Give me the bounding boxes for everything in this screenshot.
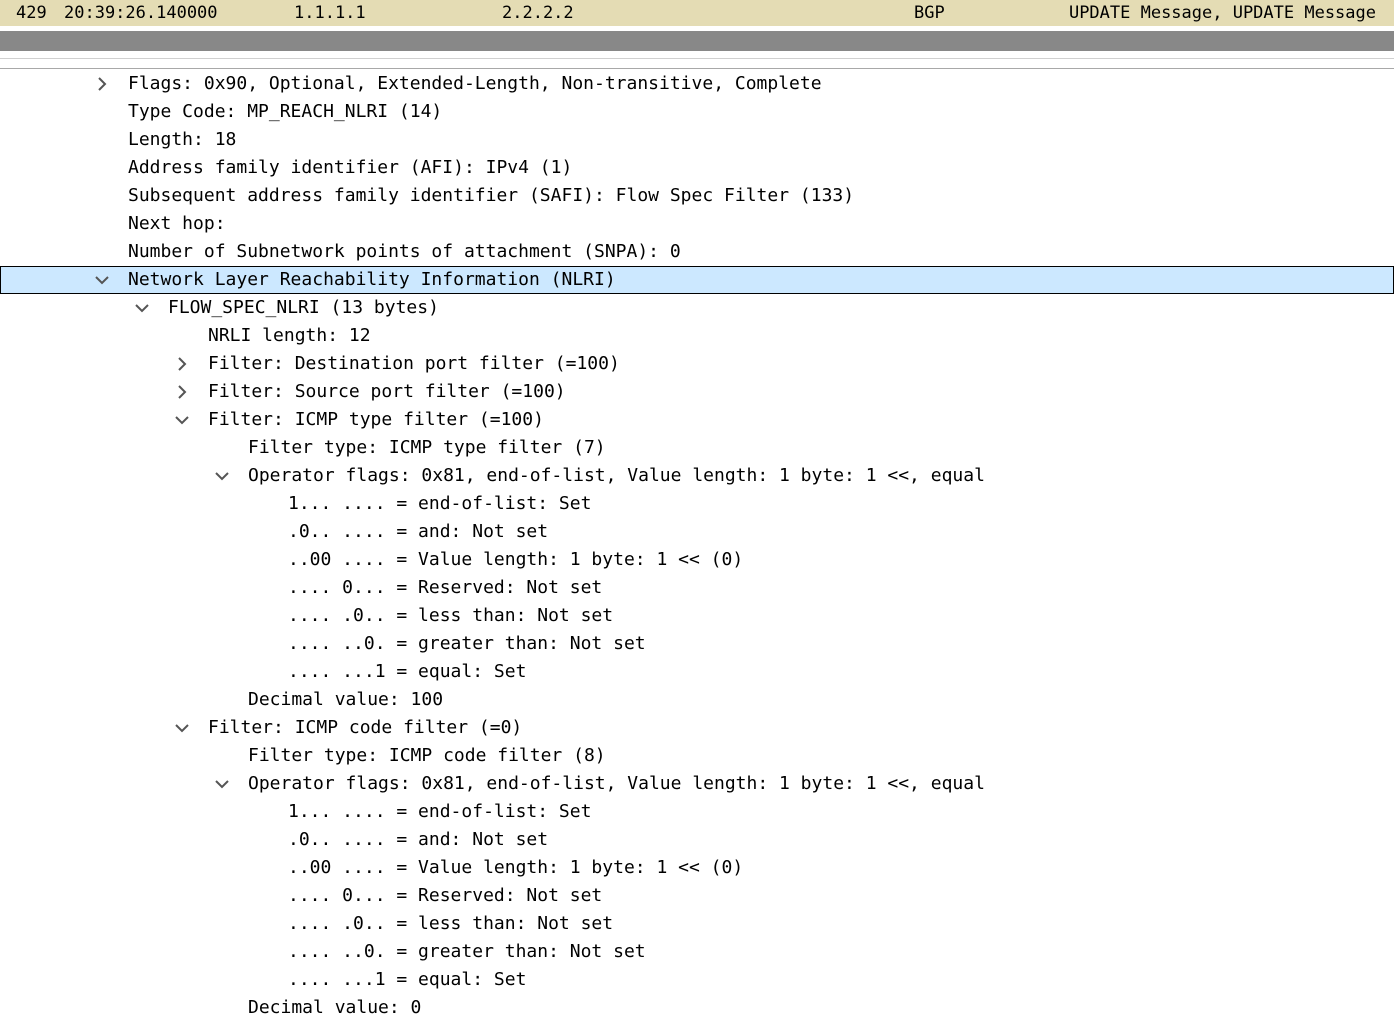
tree-row[interactable]: Number of Subnetwork points of attachmen… [0, 238, 1394, 266]
pane-splitter[interactable] [0, 31, 1394, 51]
tree-row[interactable]: .... .0.. = less than: Not set [0, 910, 1394, 938]
tree-row[interactable]: Operator flags: 0x81, end-of-list, Value… [0, 462, 1394, 490]
tree-row[interactable]: Operator flags: 0x81, end-of-list, Value… [0, 770, 1394, 798]
chevron-down-icon[interactable] [172, 406, 192, 434]
tree-row-label: NRLI length: 12 [208, 325, 371, 346]
chevron-down-icon[interactable] [172, 714, 192, 742]
packet-number: 429 [16, 3, 47, 23]
chevron-down-icon[interactable] [212, 770, 232, 798]
tree-row-label: .... ...1 = equal: Set [288, 969, 527, 990]
tree-row-label: Decimal value: 0 [248, 997, 422, 1018]
tree-row-label: Next hop: [128, 213, 226, 234]
tree-row-label: Length: 18 [128, 129, 237, 150]
tree-row-label: .... .0.. = less than: Not set [288, 605, 614, 626]
tree-row[interactable]: .... ...1 = equal: Set [0, 966, 1394, 994]
packet-info: UPDATE Message, UPDATE Message [1068, 3, 1376, 23]
tree-row-label: 1... .... = end-of-list: Set [288, 801, 592, 822]
tree-row-label: .... .0.. = less than: Not set [288, 913, 614, 934]
tree-row-label: 1... .... = end-of-list: Set [288, 493, 592, 514]
tree-row[interactable]: Type Code: MP_REACH_NLRI (14) [0, 98, 1394, 126]
tree-row-label: .0.. .... = and: Not set [288, 521, 549, 542]
tree-row[interactable]: Filter: Source port filter (=100) [0, 378, 1394, 406]
chevron-right-icon[interactable] [172, 350, 192, 378]
tree-row-label: Filter type: ICMP type filter (7) [248, 437, 606, 458]
tree-row[interactable]: 1... .... = end-of-list: Set [0, 490, 1394, 518]
tree-row[interactable]: Filter type: ICMP type filter (7) [0, 434, 1394, 462]
tree-row-label: Filter: ICMP type filter (=100) [208, 409, 544, 430]
packet-protocol: BGP [914, 3, 945, 23]
tree-row[interactable]: .... .0.. = less than: Not set [0, 602, 1394, 630]
packet-source: 1.1.1.1 [294, 3, 366, 23]
tree-row-label: Filter type: ICMP code filter (8) [248, 745, 606, 766]
packet-details-tree: Flags: 0x90, Optional, Extended-Length, … [0, 70, 1394, 1022]
tree-row-label: .... ..0. = greater than: Not set [288, 633, 646, 654]
tree-row[interactable]: Filter: ICMP code filter (=0) [0, 714, 1394, 742]
pane-divider [0, 68, 1394, 69]
tree-row[interactable]: Decimal value: 100 [0, 686, 1394, 714]
pane-divider [0, 58, 1394, 59]
tree-row[interactable]: .... 0... = Reserved: Not set [0, 574, 1394, 602]
tree-row[interactable]: .0.. .... = and: Not set [0, 518, 1394, 546]
tree-row-label: FLOW_SPEC_NLRI (13 bytes) [168, 297, 439, 318]
packet-list-row[interactable]: 429 20:39:26.140000 1.1.1.1 2.2.2.2 BGP … [0, 0, 1394, 26]
tree-row-label: .... 0... = Reserved: Not set [288, 885, 603, 906]
tree-row[interactable]: ..00 .... = Value length: 1 byte: 1 << (… [0, 854, 1394, 882]
tree-row-label: .0.. .... = and: Not set [288, 829, 549, 850]
tree-row-selected[interactable]: Network Layer Reachability Information (… [0, 266, 1394, 294]
tree-row[interactable]: Decimal value: 0 [0, 994, 1394, 1022]
tree-row[interactable]: .0.. .... = and: Not set [0, 826, 1394, 854]
tree-row-label: Address family identifier (AFI): IPv4 (1… [128, 157, 573, 178]
packet-time: 20:39:26.140000 [64, 3, 218, 23]
tree-row-label: Filter: Destination port filter (=100) [208, 353, 620, 374]
tree-row-label: .... 0... = Reserved: Not set [288, 577, 603, 598]
tree-row[interactable]: Filter: ICMP type filter (=100) [0, 406, 1394, 434]
tree-row[interactable]: NRLI length: 12 [0, 322, 1394, 350]
chevron-down-icon[interactable] [132, 294, 152, 322]
tree-row-label: Flags: 0x90, Optional, Extended-Length, … [128, 73, 822, 94]
chevron-right-icon[interactable] [172, 378, 192, 406]
tree-row-label: Operator flags: 0x81, end-of-list, Value… [248, 465, 985, 486]
tree-row-label: .... ..0. = greater than: Not set [288, 941, 646, 962]
packet-destination: 2.2.2.2 [502, 3, 574, 23]
tree-row-label: Subsequent address family identifier (SA… [128, 185, 855, 206]
tree-row-label: Filter: ICMP code filter (=0) [208, 717, 523, 738]
tree-row[interactable]: Flags: 0x90, Optional, Extended-Length, … [0, 70, 1394, 98]
chevron-down-icon[interactable] [212, 462, 232, 490]
tree-row-label: Type Code: MP_REACH_NLRI (14) [128, 101, 443, 122]
tree-row-label: Network Layer Reachability Information (… [128, 269, 616, 290]
tree-row[interactable]: 1... .... = end-of-list: Set [0, 798, 1394, 826]
tree-row-label: Decimal value: 100 [248, 689, 444, 710]
chevron-right-icon[interactable] [92, 70, 112, 98]
tree-row[interactable]: Subsequent address family identifier (SA… [0, 182, 1394, 210]
tree-row[interactable]: .... ..0. = greater than: Not set [0, 938, 1394, 966]
tree-row-label: .... ...1 = equal: Set [288, 661, 527, 682]
tree-row[interactable]: ..00 .... = Value length: 1 byte: 1 << (… [0, 546, 1394, 574]
tree-row[interactable]: Filter type: ICMP code filter (8) [0, 742, 1394, 770]
tree-row[interactable]: FLOW_SPEC_NLRI (13 bytes) [0, 294, 1394, 322]
tree-row-label: ..00 .... = Value length: 1 byte: 1 << (… [288, 549, 744, 570]
tree-row-label: ..00 .... = Value length: 1 byte: 1 << (… [288, 857, 744, 878]
tree-row-label: Filter: Source port filter (=100) [208, 381, 566, 402]
tree-row[interactable]: Address family identifier (AFI): IPv4 (1… [0, 154, 1394, 182]
tree-row[interactable]: .... 0... = Reserved: Not set [0, 882, 1394, 910]
tree-row-label: Operator flags: 0x81, end-of-list, Value… [248, 773, 985, 794]
chevron-down-icon[interactable] [92, 266, 112, 294]
tree-row[interactable]: .... ...1 = equal: Set [0, 658, 1394, 686]
tree-row-label: Number of Subnetwork points of attachmen… [128, 241, 681, 262]
tree-row[interactable]: Length: 18 [0, 126, 1394, 154]
tree-row[interactable]: Filter: Destination port filter (=100) [0, 350, 1394, 378]
tree-row[interactable]: Next hop: [0, 210, 1394, 238]
tree-row[interactable]: .... ..0. = greater than: Not set [0, 630, 1394, 658]
